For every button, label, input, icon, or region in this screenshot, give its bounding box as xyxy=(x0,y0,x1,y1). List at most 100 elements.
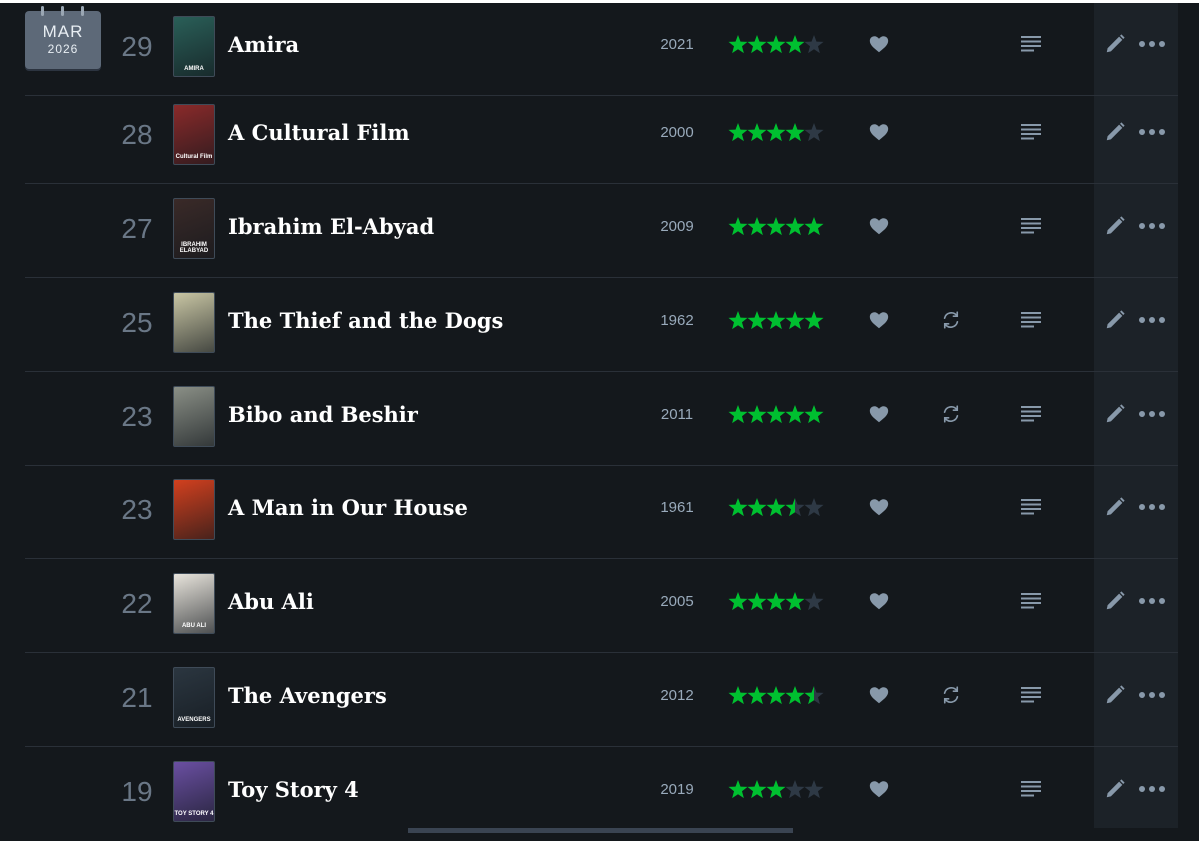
star-rating xyxy=(728,117,828,147)
star-icon xyxy=(728,311,748,330)
pencil-icon[interactable] xyxy=(1104,403,1126,425)
release-year[interactable]: 1961 xyxy=(648,497,706,519)
more-dots-icon[interactable] xyxy=(1138,215,1166,237)
more-dots-icon[interactable] xyxy=(1138,403,1166,425)
entry-day[interactable]: 23 xyxy=(105,492,169,528)
film-poster[interactable]: AMIRA xyxy=(173,16,215,77)
entry-day[interactable]: 29 xyxy=(105,29,169,65)
release-year[interactable]: 2021 xyxy=(648,34,706,56)
star-icon xyxy=(766,123,786,142)
entry-day[interactable]: 23 xyxy=(105,399,169,435)
review-lines-icon[interactable] xyxy=(1020,402,1042,424)
entry-day[interactable]: 28 xyxy=(105,117,169,153)
heart-icon[interactable] xyxy=(868,33,890,55)
star-icon xyxy=(728,592,748,611)
film-title-link[interactable]: A Man in Our House xyxy=(228,494,468,522)
review-lines-icon[interactable] xyxy=(1020,683,1042,705)
diary-entry-row[interactable]: 29 AMIRA Amira 2021 xyxy=(0,3,1199,96)
film-title-link[interactable]: Abu Ali xyxy=(228,588,314,616)
film-poster[interactable] xyxy=(173,292,215,353)
release-year[interactable]: 2019 xyxy=(648,779,706,801)
poster-title-text: AVENGERS xyxy=(177,717,211,723)
heart-icon[interactable] xyxy=(868,684,890,706)
film-title-link[interactable]: The Thief and the Dogs xyxy=(228,307,503,335)
calendar-badge[interactable]: MAR 2026 xyxy=(25,6,101,69)
release-year[interactable]: 2012 xyxy=(648,685,706,707)
film-title-link[interactable]: Toy Story 4 xyxy=(228,776,359,804)
star-icon xyxy=(747,123,767,142)
more-dots-icon[interactable] xyxy=(1138,309,1166,331)
entry-day[interactable]: 27 xyxy=(105,211,169,247)
diary-entry-row[interactable]: 21 AVENGERS The Avengers 2012 xyxy=(0,654,1199,747)
film-title-link[interactable]: The Avengers xyxy=(228,682,387,710)
entry-day[interactable]: 21 xyxy=(105,680,169,716)
film-poster[interactable]: Cultural Film xyxy=(173,104,215,165)
film-poster[interactable]: TOY STORY 4 xyxy=(173,761,215,822)
pencil-icon[interactable] xyxy=(1104,590,1126,612)
more-dots-icon[interactable] xyxy=(1138,496,1166,518)
release-year[interactable]: 2009 xyxy=(648,216,706,238)
review-lines-icon[interactable] xyxy=(1020,777,1042,799)
release-year[interactable]: 2000 xyxy=(648,122,706,144)
review-lines-icon[interactable] xyxy=(1020,308,1042,330)
release-year[interactable]: 2005 xyxy=(648,591,706,613)
heart-icon[interactable] xyxy=(868,215,890,237)
film-poster[interactable]: ABU ALI xyxy=(173,573,215,634)
diary-entry-row[interactable]: 23 A Man in Our House 1961 xyxy=(0,466,1199,559)
poster-title-text: AMIRA xyxy=(184,66,204,72)
pencil-icon[interactable] xyxy=(1104,121,1126,143)
star-icon xyxy=(747,780,767,799)
diary-entry-row[interactable]: 22 ABU ALI Abu Ali 2005 xyxy=(0,560,1199,653)
more-dots-icon[interactable] xyxy=(1138,121,1166,143)
more-dots-icon[interactable] xyxy=(1138,778,1166,800)
heart-icon[interactable] xyxy=(868,309,890,331)
star-icon xyxy=(747,35,767,54)
pencil-icon[interactable] xyxy=(1104,496,1126,518)
film-poster[interactable]: AVENGERS xyxy=(173,667,215,728)
release-year[interactable]: 1962 xyxy=(648,310,706,332)
review-lines-icon[interactable] xyxy=(1020,120,1042,142)
film-title-link[interactable]: Ibrahim El-Abyad xyxy=(228,213,434,241)
film-title-link[interactable]: Bibo and Beshir xyxy=(228,401,418,429)
heart-icon[interactable] xyxy=(868,403,890,425)
review-lines-icon[interactable] xyxy=(1020,214,1042,236)
diary-entry-row[interactable]: 25 The Thief and the Dogs 1962 xyxy=(0,279,1199,372)
entry-day[interactable]: 25 xyxy=(105,305,169,341)
star-rating xyxy=(728,29,828,59)
film-poster[interactable] xyxy=(173,386,215,447)
pencil-icon[interactable] xyxy=(1104,215,1126,237)
more-dots-icon[interactable] xyxy=(1138,684,1166,706)
diary-entry-row[interactable]: 27 IBRAHIM ELABYAD Ibrahim El-Abyad 2009 xyxy=(0,185,1199,278)
star-icon xyxy=(766,780,786,799)
heart-icon[interactable] xyxy=(868,778,890,800)
pencil-icon[interactable] xyxy=(1104,309,1126,331)
pencil-icon[interactable] xyxy=(1104,684,1126,706)
heart-icon[interactable] xyxy=(868,590,890,612)
diary-entry-row[interactable]: 23 Bibo and Beshir 2011 xyxy=(0,373,1199,466)
release-year[interactable]: 2011 xyxy=(648,404,706,426)
pencil-icon[interactable] xyxy=(1104,778,1126,800)
review-lines-icon[interactable] xyxy=(1020,589,1042,611)
star-icon xyxy=(766,686,786,705)
review-lines-icon[interactable] xyxy=(1020,495,1042,517)
heart-icon[interactable] xyxy=(868,496,890,518)
pencil-icon[interactable] xyxy=(1104,33,1126,55)
rewatch-icon xyxy=(940,684,962,706)
heart-icon[interactable] xyxy=(868,121,890,143)
review-lines-icon[interactable] xyxy=(1020,32,1042,54)
entry-day[interactable]: 22 xyxy=(105,586,169,622)
film-title-link[interactable]: A Cultural Film xyxy=(228,119,410,147)
star-icon xyxy=(728,405,748,424)
entry-day[interactable]: 19 xyxy=(105,774,169,810)
calendar-ring xyxy=(41,6,44,16)
more-dots-icon[interactable] xyxy=(1138,590,1166,612)
calendar-ring xyxy=(61,6,64,16)
film-title-link[interactable]: Amira xyxy=(228,31,299,59)
film-poster[interactable]: IBRAHIM ELABYAD xyxy=(173,198,215,259)
star-icon xyxy=(766,311,786,330)
star-icon xyxy=(728,123,748,142)
more-dots-icon[interactable] xyxy=(1138,33,1166,55)
film-poster[interactable] xyxy=(173,479,215,540)
diary-entry-row[interactable]: 28 Cultural Film A Cultural Film 2000 xyxy=(0,91,1199,184)
star-icon xyxy=(766,35,786,54)
